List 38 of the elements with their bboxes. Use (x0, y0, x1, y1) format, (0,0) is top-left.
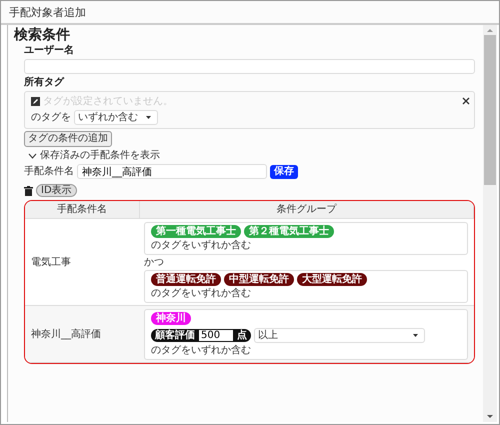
column-header: 手配条件名 (25, 201, 140, 219)
save-button[interactable]: 保存 (270, 164, 298, 178)
tag-chip: 普通運転免許 (151, 273, 221, 286)
caret-icon (413, 334, 418, 337)
tag-chip: 中型運転免許 (224, 273, 294, 286)
section-heading: 検索条件 (14, 27, 71, 44)
group-match-text: のタグをいずれか含む (151, 287, 252, 300)
score-label: 顧客評価 (155, 329, 195, 342)
tag-match-label: のタグを (31, 111, 71, 124)
scrollbar[interactable] (483, 25, 497, 422)
score-unit: 点 (237, 329, 247, 342)
field-label: ユーザー名 (24, 44, 75, 57)
group-match-text: のタグをいずれか含む (151, 239, 252, 252)
field-label: 所有タグ (24, 76, 66, 89)
comparator-dropdown[interactable]: 以上 (254, 328, 425, 343)
match-dropdown[interactable]: いずれか含む (74, 110, 158, 125)
tag-chip: 第一種電気工事士 (151, 225, 241, 238)
score-field[interactable]: 500 (199, 330, 233, 341)
add-tag-condition-button[interactable]: タグの条件の追加 (24, 131, 112, 147)
close-icon[interactable] (462, 97, 470, 105)
tag-chip: 第２種電気工事士 (244, 225, 334, 238)
group-match-text: のタグをいずれか含む (151, 344, 252, 357)
caret-icon (146, 116, 151, 119)
tag-chip: 大型運転免許 (297, 273, 367, 286)
condition-name: 電気工事 (31, 256, 71, 268)
id-toggle-button[interactable]: ID表示 (36, 184, 77, 197)
condition-name-field[interactable]: 神奈川__高評価 (77, 164, 267, 179)
user-name-field[interactable] (24, 59, 475, 74)
edit-icon[interactable] (31, 97, 40, 106)
condition-name-label: 手配条件名 (24, 165, 74, 178)
condition-name: 神奈川__高評価 (31, 328, 101, 340)
column-header: 条件グループ (140, 201, 474, 219)
tag-chip: 神奈川 (151, 312, 191, 325)
trash-icon[interactable] (24, 186, 33, 196)
saved-conditions-toggle[interactable]: 保存済みの手配条件を表示 (24, 149, 475, 162)
window-title: 手配対象者追加 (1, 1, 499, 25)
chevron-icon (28, 152, 37, 158)
joiner-text: かつ (144, 256, 165, 269)
